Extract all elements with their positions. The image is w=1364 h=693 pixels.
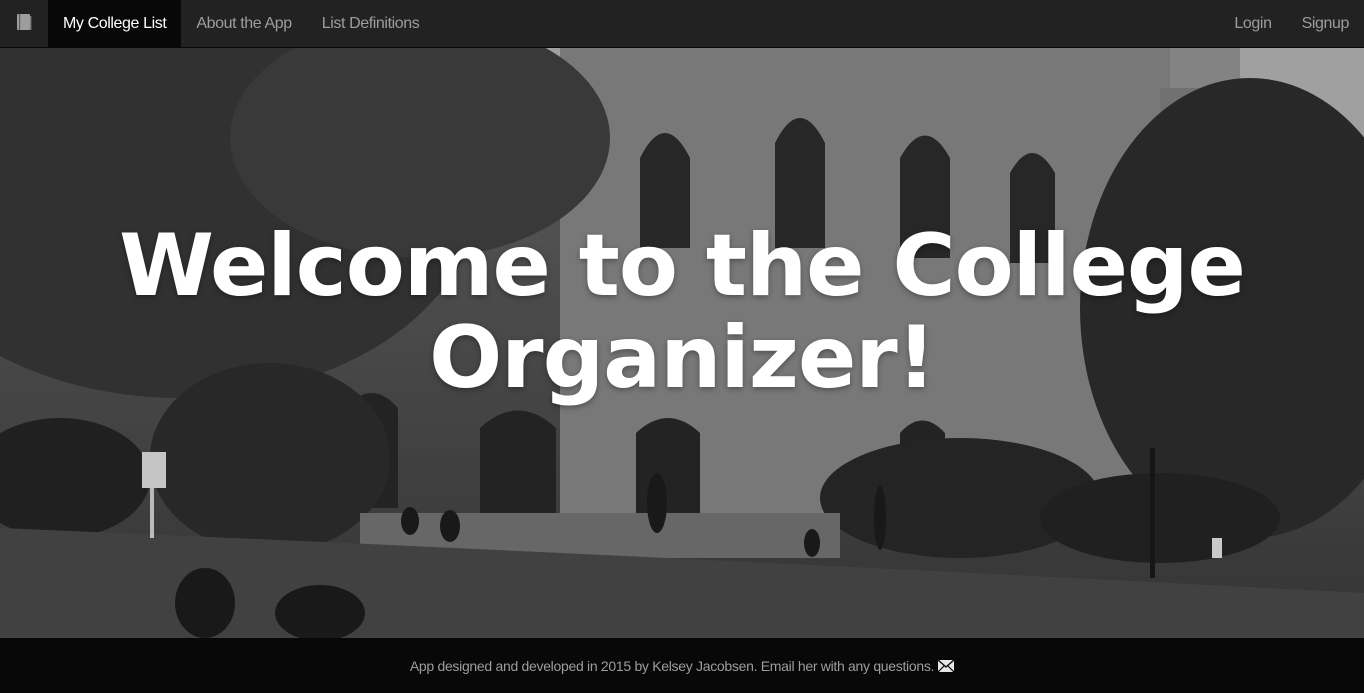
navbar: My College List About the App List Defin… bbox=[0, 0, 1364, 48]
nav-left: My College List About the App List Defin… bbox=[48, 0, 434, 47]
hero-title-line1: Welcome to the College bbox=[119, 216, 1246, 316]
footer: App designed and developed in 2015 by Ke… bbox=[0, 638, 1364, 693]
footer-text: App designed and developed in 2015 by Ke… bbox=[409, 657, 935, 674]
brand-link[interactable] bbox=[0, 0, 48, 48]
nav-list-definitions[interactable]: List Definitions bbox=[307, 0, 435, 47]
hero-section: Welcome to the College Organizer! bbox=[0, 48, 1364, 638]
book-icon bbox=[15, 13, 33, 36]
hero-title-line2: Organizer! bbox=[429, 308, 936, 408]
envelope-icon[interactable] bbox=[938, 659, 955, 672]
nav-login[interactable]: Login bbox=[1219, 0, 1286, 47]
nav-about-the-app[interactable]: About the App bbox=[181, 0, 306, 47]
nav-signup[interactable]: Signup bbox=[1287, 0, 1364, 47]
nav-my-college-list[interactable]: My College List bbox=[48, 0, 182, 47]
hero-title: Welcome to the College Organizer! bbox=[0, 220, 1364, 404]
nav-right: Login Signup bbox=[1219, 0, 1364, 47]
